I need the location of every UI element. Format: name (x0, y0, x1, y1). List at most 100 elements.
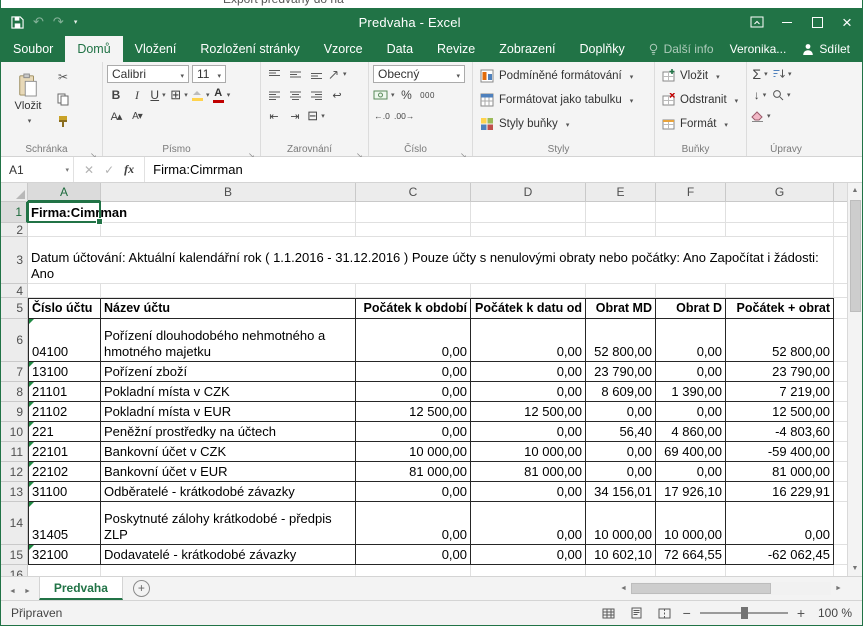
cell-G5[interactable]: Počátek + obrat (726, 298, 834, 319)
cell-B16[interactable] (101, 565, 356, 576)
row-header-4[interactable]: 4 (1, 284, 28, 298)
cell-C14[interactable]: 0,00 (356, 502, 471, 545)
cell-A12[interactable]: 22102 (28, 462, 101, 482)
align-bottom-button[interactable] (307, 65, 325, 83)
cell-E6[interactable]: 52 800,00 (586, 319, 656, 362)
row-header-1[interactable]: 1 (1, 202, 28, 223)
cell-C11[interactable]: 10 000,00 (356, 442, 471, 462)
font-dialog-launcher[interactable] (248, 145, 258, 155)
align-left-button[interactable] (265, 86, 283, 104)
row-header-11[interactable]: 11 (1, 442, 28, 462)
cell-C2[interactable] (356, 223, 471, 237)
cell-E5[interactable]: Obrat MD (586, 298, 656, 319)
row-header-9[interactable]: 9 (1, 402, 28, 422)
cell-A2[interactable] (28, 223, 101, 237)
cell-F10[interactable]: 4 860,00 (656, 422, 726, 442)
row-header-8[interactable]: 8 (1, 382, 28, 402)
tab-Vzorce[interactable]: Vzorce (312, 36, 375, 62)
cell-D8[interactable]: 0,00 (471, 382, 586, 402)
cell-E13[interactable]: 34 156,01 (586, 482, 656, 502)
cell-A9[interactable]: 21102 (28, 402, 101, 422)
maximize-button[interactable] (802, 8, 832, 36)
cell-C8[interactable]: 0,00 (356, 382, 471, 402)
tab-Zobrazení[interactable]: Zobrazení (487, 36, 567, 62)
alignment-dialog-launcher[interactable] (356, 145, 366, 155)
comma-style-button[interactable] (419, 86, 437, 104)
row-header-3[interactable]: 3 (1, 237, 28, 284)
cell-A15[interactable]: 32100 (28, 545, 101, 565)
cell-B6[interactable]: Pořízení dlouhodobého nehmotného a hmotn… (101, 319, 356, 362)
share-button[interactable]: Sdílet (802, 42, 850, 56)
cell-F11[interactable]: 69 400,00 (656, 442, 726, 462)
increase-indent-button[interactable] (286, 107, 304, 125)
cell-D4[interactable] (471, 284, 586, 298)
find-select-button[interactable] (772, 86, 791, 104)
row-header-12[interactable]: 12 (1, 462, 28, 482)
cell-C10[interactable]: 0,00 (356, 422, 471, 442)
cell-E14[interactable]: 10 000,00 (586, 502, 656, 545)
cell-F2[interactable] (656, 223, 726, 237)
scroll-right-button[interactable] (831, 581, 846, 596)
orientation-button[interactable] (328, 65, 347, 83)
cell-C1[interactable] (356, 202, 471, 223)
cell-B1[interactable] (101, 202, 356, 223)
add-sheet-button[interactable] (133, 580, 150, 597)
italic-button[interactable] (128, 86, 146, 104)
cell-E16[interactable] (586, 565, 656, 576)
row-header-14[interactable]: 14 (1, 502, 28, 545)
cell-C12[interactable]: 81 000,00 (356, 462, 471, 482)
column-header-D[interactable]: D (471, 183, 586, 202)
ribbon-display-options-button[interactable] (742, 8, 772, 36)
cell-G8[interactable]: 7 219,00 (726, 382, 834, 402)
minimize-button[interactable] (772, 8, 802, 36)
cell-C7[interactable]: 0,00 (356, 362, 471, 382)
accounting-format-button[interactable] (373, 86, 395, 104)
cell-G9[interactable]: 12 500,00 (726, 402, 834, 422)
row-header-2[interactable]: 2 (1, 223, 28, 237)
cell-A14[interactable]: 31405 (28, 502, 101, 545)
column-header-G[interactable]: G (726, 183, 834, 202)
cell-E12[interactable]: 0,00 (586, 462, 656, 482)
cell-F7[interactable]: 0,00 (656, 362, 726, 382)
cell-A5[interactable]: Číslo účtu (28, 298, 101, 319)
insert-cells-button[interactable]: Vložit (659, 65, 742, 86)
cell-F14[interactable]: 10 000,00 (656, 502, 726, 545)
cell-B8[interactable]: Pokladní místa v CZK (101, 382, 356, 402)
row-header-7[interactable]: 7 (1, 362, 28, 382)
bold-button[interactable] (107, 86, 125, 104)
fill-button[interactable] (751, 86, 769, 104)
tab-Doplňky[interactable]: Doplňky (568, 36, 637, 62)
cell-D16[interactable] (471, 565, 586, 576)
tab-Data[interactable]: Data (375, 36, 425, 62)
row-header-15[interactable]: 15 (1, 545, 28, 565)
prev-sheet-button[interactable] (9, 582, 16, 596)
cell-F9[interactable]: 0,00 (656, 402, 726, 422)
cell-E11[interactable]: 0,00 (586, 442, 656, 462)
cell-B7[interactable]: Pořízení zboží (101, 362, 356, 382)
vertical-scrollbar[interactable] (847, 183, 862, 576)
cell-F15[interactable]: 72 664,55 (656, 545, 726, 565)
decrease-font-size-button[interactable] (128, 107, 146, 125)
cell-B4[interactable] (101, 284, 356, 298)
cell-G15[interactable]: -62 062,45 (726, 545, 834, 565)
cell-F12[interactable]: 0,00 (656, 462, 726, 482)
normal-view-button[interactable] (599, 605, 618, 622)
cell-G11[interactable]: -59 400,00 (726, 442, 834, 462)
cell-A10[interactable]: 221 (28, 422, 101, 442)
cell-D7[interactable]: 0,00 (471, 362, 586, 382)
cell-F5[interactable]: Obrat D (656, 298, 726, 319)
cell-D13[interactable]: 0,00 (471, 482, 586, 502)
cell-D2[interactable] (471, 223, 586, 237)
insert-function-icon[interactable]: fx (124, 162, 134, 177)
increase-decimal-button[interactable] (373, 107, 391, 125)
underline-button[interactable] (149, 86, 167, 104)
cell-D15[interactable]: 0,00 (471, 545, 586, 565)
increase-font-size-button[interactable] (107, 107, 125, 125)
tab-Rozložení stránky[interactable]: Rozložení stránky (188, 36, 311, 62)
row-header-10[interactable]: 10 (1, 422, 28, 442)
close-button[interactable] (832, 8, 862, 36)
undo-button[interactable] (33, 12, 44, 32)
cell-B14[interactable]: Poskytnuté zálohy krátkodobé - předpis Z… (101, 502, 356, 545)
save-button[interactable] (11, 12, 24, 32)
row-header-6[interactable]: 6 (1, 319, 28, 362)
